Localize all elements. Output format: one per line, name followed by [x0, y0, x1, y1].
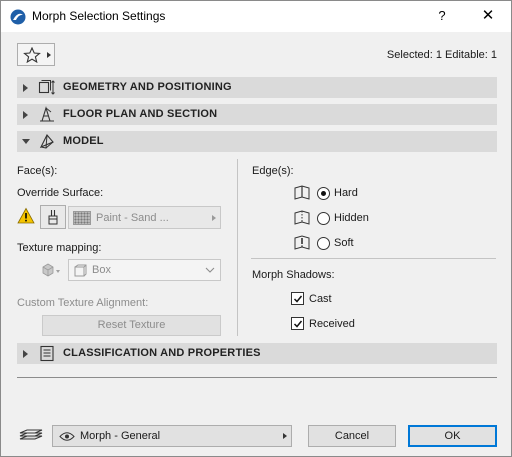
collapse-arrow-icon — [22, 139, 30, 144]
soft-edge-icon — [294, 235, 310, 250]
floor-plan-icon — [40, 106, 54, 122]
hard-edge-icon — [294, 185, 310, 200]
layers-icon — [19, 429, 43, 440]
override-surface-toggle-button[interactable] — [40, 205, 66, 229]
texture-mapping-value: Box — [92, 264, 111, 276]
section-label: FLOOR PLAN AND SECTION — [63, 108, 218, 120]
star-icon — [23, 47, 41, 63]
section-label: GEOMETRY AND POSITIONING — [63, 81, 232, 93]
soft-label: Soft — [334, 237, 354, 249]
ok-button[interactable]: OK — [408, 425, 497, 447]
model-icon — [39, 134, 54, 149]
section-label: MODEL — [63, 135, 104, 147]
hard-radio[interactable] — [317, 187, 330, 200]
faces-label: Face(s): — [17, 165, 58, 177]
chevron-right-icon — [283, 433, 287, 439]
surface-material-value: Paint - Sand ... — [96, 212, 169, 224]
reset-texture-button[interactable]: Reset Texture — [42, 315, 221, 336]
section-floor-plan-and-section[interactable]: FLOOR PLAN AND SECTION — [17, 104, 497, 125]
footer-divider — [17, 377, 497, 378]
shadow-received-option[interactable]: Received — [291, 316, 371, 332]
chevron-right-icon — [47, 52, 51, 58]
edge-option-hard[interactable]: Hard — [293, 184, 393, 202]
favorite-morph-value: Morph - General — [80, 430, 161, 442]
close-button[interactable]: ✕ — [471, 5, 505, 27]
selection-count: Selected: 1 Editable: 1 — [386, 49, 497, 61]
received-label: Received — [309, 318, 355, 330]
paint-brush-icon — [48, 210, 58, 225]
cancel-button[interactable]: Cancel — [308, 425, 396, 447]
section-model[interactable]: MODEL — [17, 131, 497, 152]
received-checkbox[interactable] — [291, 317, 304, 330]
checkmark-icon — [293, 295, 303, 303]
title-bar: Morph Selection Settings ? ✕ — [1, 1, 511, 32]
classification-icon — [40, 345, 54, 362]
soft-radio[interactable] — [317, 237, 330, 250]
geometry-icon — [38, 80, 55, 95]
section-geometry-and-positioning[interactable]: GEOMETRY AND POSITIONING — [17, 77, 497, 98]
custom-texture-alignment-label: Custom Texture Alignment: — [17, 297, 149, 309]
texture-mapping-dropdown[interactable]: Box — [68, 259, 221, 281]
horizontal-divider — [251, 258, 496, 259]
expand-arrow-icon — [23, 350, 28, 358]
help-button[interactable]: ? — [427, 5, 457, 27]
cast-label: Cast — [309, 293, 332, 305]
edge-option-soft[interactable]: Soft — [293, 234, 393, 252]
eye-icon — [59, 432, 75, 441]
surface-material-dropdown[interactable]: Paint - Sand ... — [68, 206, 221, 229]
texture-mapping-label: Texture mapping: — [17, 242, 102, 254]
expand-arrow-icon — [23, 111, 28, 119]
chevron-right-icon — [212, 215, 216, 221]
expand-arrow-icon — [23, 84, 28, 92]
hidden-label: Hidden — [334, 212, 369, 224]
override-surface-label: Override Surface: — [17, 187, 104, 199]
vertical-divider — [237, 159, 238, 336]
material-swatch — [73, 211, 91, 225]
warning-icon — [17, 207, 35, 224]
box-mapping-icon — [74, 264, 87, 277]
favorite-morph-dropdown[interactable]: Morph - General — [52, 425, 292, 447]
edges-label: Edge(s): — [252, 165, 294, 177]
edge-option-hidden[interactable]: Hidden — [293, 209, 393, 227]
hidden-edge-icon — [294, 210, 310, 225]
chevron-down-icon — [205, 267, 215, 273]
morph-selection-settings-dialog: Morph Selection Settings ? ✕ Selected: 1… — [0, 0, 512, 457]
shadow-cast-option[interactable]: Cast — [291, 291, 371, 307]
texture-mapping-icon — [42, 263, 60, 277]
morph-shadows-label: Morph Shadows: — [252, 269, 335, 281]
checkmark-icon — [293, 320, 303, 328]
window-title: Morph Selection Settings — [32, 9, 166, 23]
section-classification-and-properties[interactable]: CLASSIFICATION AND PROPERTIES — [17, 343, 497, 364]
cast-checkbox[interactable] — [291, 292, 304, 305]
section-label: CLASSIFICATION AND PROPERTIES — [63, 347, 261, 359]
archicad-app-icon — [10, 9, 26, 25]
hidden-radio[interactable] — [317, 212, 330, 225]
favorites-button[interactable] — [17, 43, 55, 66]
hard-label: Hard — [334, 187, 358, 199]
